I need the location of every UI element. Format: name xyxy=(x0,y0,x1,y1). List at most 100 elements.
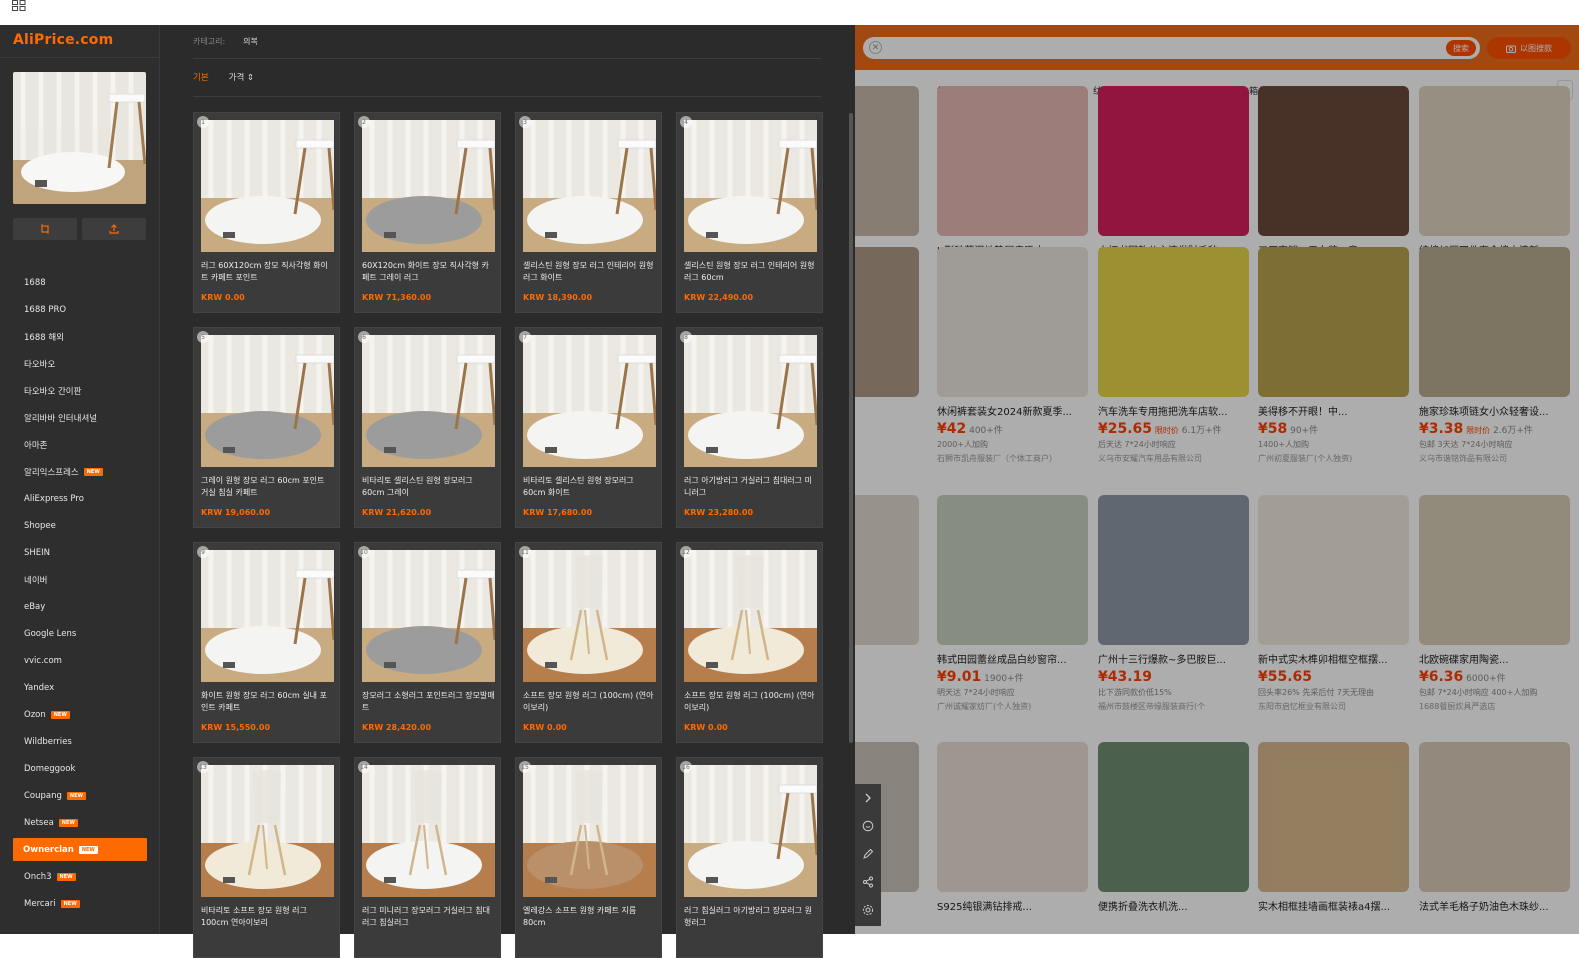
search-image-thumbnail[interactable] xyxy=(13,72,146,204)
feed-product-image[interactable] xyxy=(1419,247,1570,397)
sidebar-item[interactable]: 타오바오 xyxy=(0,350,160,377)
feed-product[interactable]: 新中式实木榫卯相框空框摆... ¥55.65 回头率26% 先采后付 7天无理由东… xyxy=(1258,495,1409,712)
product-image[interactable] xyxy=(684,550,817,682)
aliprice-logo[interactable]: AliPrice.com xyxy=(13,32,113,48)
feed-shop-name[interactable]: 义乌市谐铭饰品有限公司 xyxy=(1419,453,1570,464)
sidebar-item[interactable]: Shopee xyxy=(0,512,160,539)
feed-product-title[interactable]: 美得移不开眼！中... xyxy=(1258,403,1409,418)
apps-grid-icon[interactable] xyxy=(12,0,26,11)
crop-button[interactable] xyxy=(13,218,77,240)
product-title[interactable]: 장모러그 소형러그 포인트러그 장모발매트 xyxy=(362,690,495,713)
feed-product-image[interactable] xyxy=(1098,247,1249,397)
product-card[interactable]: 4 셀리스틴 원형 장모 러그 인테리어 원형러그 60cm KRW 22,490.… xyxy=(676,112,823,313)
product-title[interactable]: 그레이 원형 장모 러그 60cm 포인트 거실 침실 카페트 xyxy=(201,475,334,498)
feed-product-title[interactable]: 新中式实木榫卯相框空框摆... xyxy=(1258,651,1409,666)
feed-product-title[interactable]: 韩式田园蕾丝成品白纱窗帘... xyxy=(937,651,1088,666)
product-image[interactable] xyxy=(684,120,817,252)
feed-product-title[interactable]: 北欧碗碟家用陶瓷... xyxy=(1419,651,1570,666)
feed-product-title[interactable]: 羊毛地毯圆... xyxy=(855,651,919,666)
product-card[interactable]: 9 화이트 원형 장모 러그 60cm 실내 포인트 카페트 KRW 15,550.… xyxy=(193,542,340,743)
product-card[interactable]: 13 비타리토 소프트 장모 원형 러그 100cm 연아이보리 xyxy=(193,757,340,958)
product-image[interactable] xyxy=(362,335,495,467)
feed-product-image[interactable] xyxy=(855,495,919,645)
sidebar-item[interactable]: Netsea NEW xyxy=(0,809,160,836)
feed-product-title[interactable]: 心女2024新... xyxy=(855,403,919,418)
sidebar-item[interactable]: 1688 PRO xyxy=(0,296,160,323)
product-title[interactable]: 러그 침실러그 아기방러그 장모러그 원형러그 xyxy=(684,905,817,928)
product-image[interactable] xyxy=(684,765,817,897)
product-image[interactable] xyxy=(523,765,656,897)
product-title[interactable]: 비타리토 소프트 장모 원형 러그 100cm 연아이보리 xyxy=(201,905,334,928)
product-image[interactable] xyxy=(684,335,817,467)
search-input[interactable]: ✕ 搜索 xyxy=(863,37,1480,59)
sidebar-item[interactable]: Mercari NEW xyxy=(0,890,160,917)
category-value[interactable]: 의복 xyxy=(243,36,258,47)
feed-product-image[interactable] xyxy=(1258,247,1409,397)
feed-shop-name[interactable]: 义乌市安耀汽车用品有限公司 xyxy=(1098,453,1249,464)
feed-product[interactable]: 广州十三行爆款~多巴胺巨... ¥43.19 比下游同款价低15% 福州市鼓楼区帝缘… xyxy=(1098,495,1249,712)
feed-product[interactable]: 汽车洗车专用拖把洗车店软... ¥25.65 限时价 6.1万+件 后天达 7*24… xyxy=(1098,247,1249,464)
feed-product-image[interactable] xyxy=(855,247,919,397)
sidebar-item[interactable]: Ozon NEW xyxy=(0,701,160,728)
feed-product-image[interactable] xyxy=(1419,742,1570,892)
product-image[interactable] xyxy=(523,550,656,682)
feed-shop-name[interactable]: 商行（个人独 xyxy=(855,434,919,445)
product-title[interactable]: 러그 아기방러그 거실러그 침대러그 미니러그 xyxy=(684,475,817,498)
product-title[interactable]: 화이트 원형 장모 러그 60cm 실내 포인트 카페트 xyxy=(201,690,334,713)
product-card[interactable]: 2 60X120cm 화이트 장모 직사각형 카페트 그레이 러그 KRW 71,3… xyxy=(354,112,501,313)
sidebar-item[interactable]: 1688 해외 xyxy=(0,323,160,350)
product-image[interactable] xyxy=(201,335,334,467)
product-title[interactable]: 비타리토 셀리스틴 원형 장모러그 60cm 그레이 xyxy=(362,475,495,498)
feed-product-title[interactable]: 汽车洗车专用拖把洗车店软... xyxy=(1098,403,1249,418)
feed-product[interactable]: 心女2024新... 个现行都在床商行（个人独 xyxy=(855,247,919,445)
product-card[interactable]: 1 러그 60X120cm 장모 직사각형 화이트 카페트 포인트 KRW 0.00 xyxy=(193,112,340,313)
feed-shop-name[interactable]: 福州市鼓楼区帝缘服装商行(个 xyxy=(1098,701,1249,712)
feed-product-image[interactable] xyxy=(1419,495,1570,645)
image-search-button[interactable]: 以图搜款 xyxy=(1487,37,1571,59)
feed-product-title[interactable]: 休闲裤套装女2024新款夏季... xyxy=(937,403,1088,418)
product-image[interactable] xyxy=(362,550,495,682)
clear-icon[interactable]: ✕ xyxy=(869,41,882,54)
feed-product-image[interactable] xyxy=(1419,86,1570,236)
product-card[interactable]: 3 셀리스틴 원형 장모 러그 인테리어 원형러그 화이트 KRW 18,390.0… xyxy=(515,112,662,313)
product-card[interactable]: 11 소프트 장모 원형 러그 (100cm) (연아이보리) KRW 0.00 xyxy=(515,542,662,743)
sidebar-item[interactable]: 타오바오 간이판 xyxy=(0,377,160,404)
scrollbar[interactable] xyxy=(849,113,853,743)
chevron-right-icon[interactable] xyxy=(860,790,876,806)
feed-shop-name[interactable]: 石狮市凯舟服装厂（个体工商户） xyxy=(937,453,1088,464)
product-card[interactable]: 15 엘레강스 소프트 원형 카페트 지름80cm xyxy=(515,757,662,958)
feed-product-image[interactable] xyxy=(1098,742,1249,892)
feed-product-title[interactable]: 法式羊毛格子奶油色木珠纱... xyxy=(1419,898,1570,913)
feed-product-image[interactable] xyxy=(937,495,1088,645)
feed-product-title[interactable]: S925纯银满钻排戒... xyxy=(937,898,1088,913)
feed-shop-name[interactable]: 广州初夏服装厂(个人独资) xyxy=(1258,453,1409,464)
feed-product[interactable]: 韩式田园蕾丝成品白纱窗帘... ¥9.01 1900+件 明天达 7*24小时响应广… xyxy=(937,495,1088,712)
feed-product-image[interactable] xyxy=(1258,742,1409,892)
product-card[interactable]: 6 비타리토 셀리스틴 원형 장모러그 60cm 그레이 KRW 21,620.00 xyxy=(354,327,501,528)
sidebar-item[interactable]: AliExpress Pro xyxy=(0,485,160,512)
product-title[interactable]: 러그 미니러그 장모러그 거실러그 침대러그 침실러그 xyxy=(362,905,495,928)
feed-product-image[interactable] xyxy=(1098,495,1249,645)
product-title[interactable]: 60X120cm 화이트 장모 직사각형 카페트 그레이 러그 xyxy=(362,260,495,283)
product-card[interactable]: 16 러그 침실러그 아기방러그 장모러그 원형러그 xyxy=(676,757,823,958)
product-image[interactable] xyxy=(523,120,656,252)
product-image[interactable] xyxy=(201,765,334,897)
sidebar-item[interactable]: Ownerclan NEW xyxy=(13,838,147,861)
feed-product-image[interactable] xyxy=(937,742,1088,892)
product-card[interactable]: 10 장모러그 소형러그 포인트러그 장모발매트 KRW 28,420.00 xyxy=(354,542,501,743)
product-card[interactable]: 7 비타리토 셀리스틴 원형 장모러그 60cm 화이트 KRW 17,680.00 xyxy=(515,327,662,528)
sidebar-item[interactable]: 1688 xyxy=(0,269,160,296)
sidebar-item[interactable]: 알리바바 인터내셔널 xyxy=(0,404,160,431)
feed-product-title[interactable]: 实木相框挂墙画框装裱a4摆... xyxy=(1258,898,1409,913)
sidebar-item[interactable]: Wildberries xyxy=(0,728,160,755)
product-title[interactable]: 러그 60X120cm 장모 직사각형 화이트 카페트 포인트 xyxy=(201,260,334,283)
feed-product[interactable]: 实木相框挂墙画框装裱a4摆... xyxy=(1258,742,1409,918)
product-card[interactable]: 14 러그 미니러그 장모러그 거실러그 침대러그 침실러그 xyxy=(354,757,501,958)
feed-product-image[interactable] xyxy=(1258,86,1409,236)
feed-product-image[interactable] xyxy=(1258,495,1409,645)
product-card[interactable]: 12 소프트 장모 원형 러그 (100cm) (연아이보리) KRW 0.00 xyxy=(676,542,823,743)
feed-shop-name[interactable]: 东阳市启忆框业有限公司 xyxy=(1258,701,1409,712)
share-icon[interactable] xyxy=(860,874,876,890)
product-card[interactable]: 5 그레이 원형 장모 러그 60cm 포인트 거실 침실 카페트 KRW 19,0… xyxy=(193,327,340,528)
feed-product[interactable]: 羊毛地毯圆... 50+件制品有限公司 xyxy=(855,495,919,693)
